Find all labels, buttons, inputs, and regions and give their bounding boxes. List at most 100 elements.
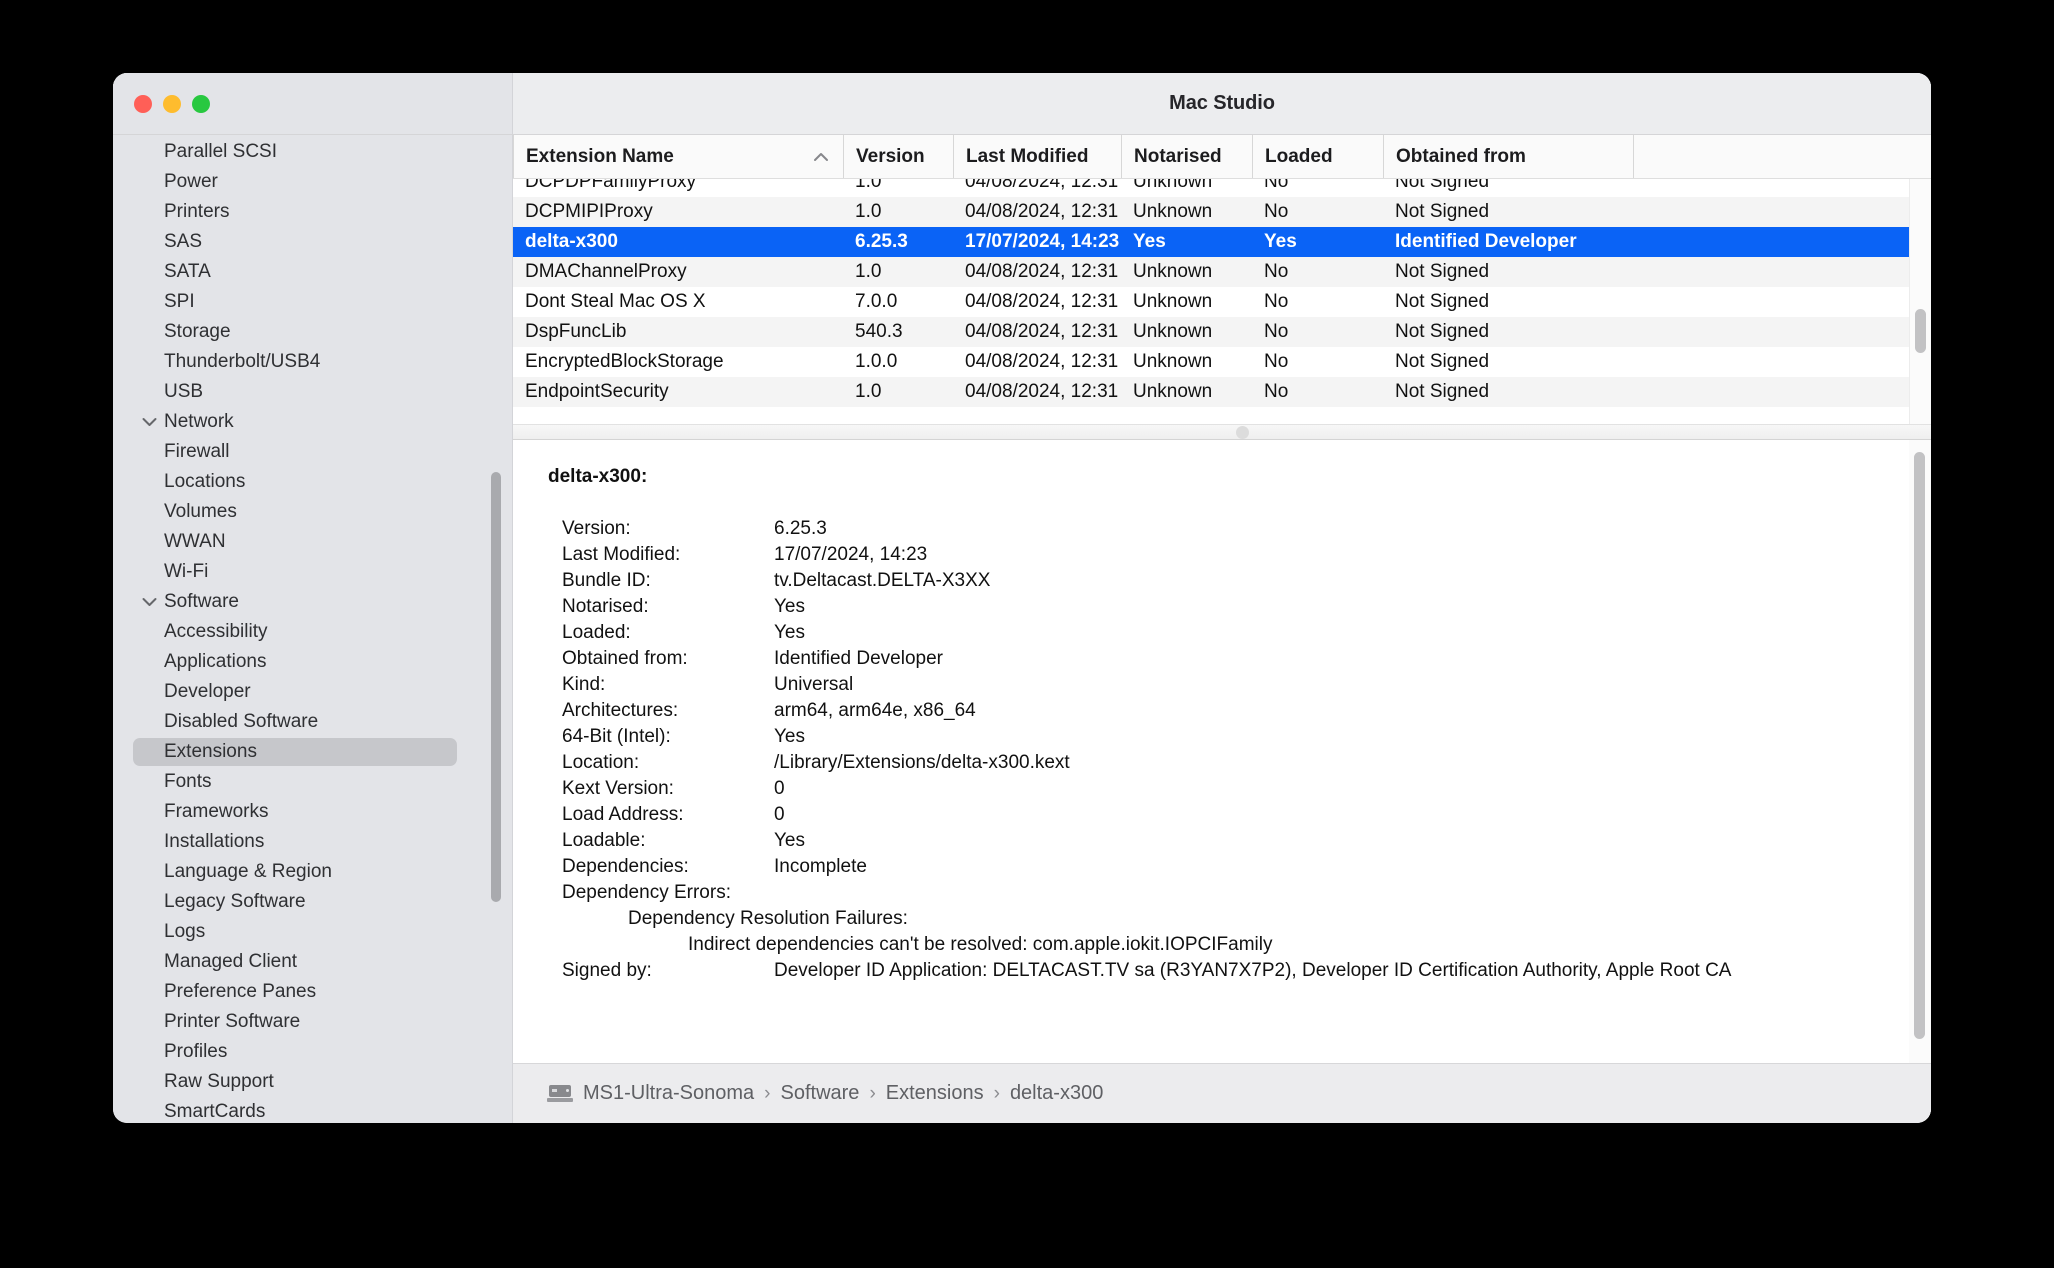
sidebar-item-label: Thunderbolt/USB4 [164,351,321,372]
column-header-last-modified[interactable]: Last Modified [953,135,1121,178]
table-scrollbar-track[interactable] [1909,179,1931,424]
sidebar-item-locations[interactable]: Locations [113,467,512,497]
table-row[interactable]: EncryptedBlockStorage 1.0.0 04/08/2024, 12… [513,347,1909,377]
sidebar-item-disabled-software[interactable]: Disabled Software [113,707,512,737]
sidebar-item-label: Developer [164,681,251,702]
titlebar-main-area: Mac Studio [513,73,1931,134]
sidebar-item-thunderbolt-usb4[interactable]: Thunderbolt/USB4 [113,347,512,377]
sidebar-item-smartcards[interactable]: SmartCards [113,1097,512,1123]
sidebar-item-label: SmartCards [164,1101,266,1122]
cell-name: DMAChannelProxy [525,261,687,282]
table-row[interactable]: Dont Steal Mac OS X 7.0.0 04/08/2024, 12:3… [513,287,1909,317]
detail-field: Location: /Library/Extensions/delta-x300.… [548,750,1909,776]
window-titlebar: Mac Studio [113,73,1931,135]
table-scrollbar-thumb[interactable] [1915,309,1926,353]
detail-field-value: Yes [774,596,805,617]
detail-field: Version: 6.25.3 [548,516,1909,542]
sidebar-item-legacy-software[interactable]: Legacy Software [113,887,512,917]
chevron-down-icon[interactable] [138,417,160,427]
detail-field-signed-by: Signed by: Developer ID Application: DELT… [548,958,1909,984]
detail-field-value: 0 [774,778,785,799]
sidebar-item-fonts[interactable]: Fonts [113,767,512,797]
cell-version: 7.0.0 [855,291,898,312]
sidebar-item-volumes[interactable]: Volumes [113,497,512,527]
sidebar-item-power[interactable]: Power [113,167,512,197]
column-header-obtained-from[interactable]: Obtained from [1383,135,1633,178]
cell-name: DCPMIPIProxy [525,201,653,222]
sidebar-item-applications[interactable]: Applications [113,647,512,677]
close-button[interactable] [134,94,152,113]
breadcrumb-item[interactable]: Extensions [886,1082,984,1105]
sidebar-item-frameworks[interactable]: Frameworks [113,797,512,827]
breadcrumb-item[interactable]: delta-x300 [1010,1082,1103,1105]
sidebar-item-managed-client[interactable]: Managed Client [113,947,512,977]
table-row[interactable]: delta-x300 6.25.3 17/07/2024, 14:23 Yes Yes I… [513,227,1909,257]
sidebar-item-software[interactable]: Software [113,587,512,617]
splitter-handle-dot[interactable] [1235,425,1249,439]
sidebar-item-raw-support[interactable]: Raw Support [113,1067,512,1097]
table-row[interactable]: EndpointSecurity 1.0 04/08/2024, 12:31 Unkn… [513,377,1909,407]
detail-field-key: 64-Bit (Intel): [562,726,671,747]
cell-obtained: Not Signed [1395,179,1490,192]
table-row[interactable]: DspFuncLib 540.3 04/08/2024, 12:31 Unknown N… [513,317,1909,347]
sidebar-item-language-region[interactable]: Language & Region [113,857,512,887]
breadcrumb-item[interactable]: Software [781,1082,860,1105]
cell-modified: 17/07/2024, 14:23 [965,231,1120,252]
chevron-down-icon[interactable] [138,597,160,607]
sidebar-item-sas[interactable]: SAS [113,227,512,257]
sidebar-item-wwan[interactable]: WWAN [113,527,512,557]
detail-field: Load Address: 0 [548,802,1909,828]
detail-field-value: 0 [774,804,785,825]
detail-field: Obtained from: Identified Developer [548,646,1909,672]
sidebar-item-storage[interactable]: Storage [113,317,512,347]
detail-field-key: Kext Version: [562,778,674,799]
table-row[interactable]: DCPMIPIProxy 1.0 04/08/2024, 12:31 Unknown N… [513,197,1909,227]
column-header-extension-name[interactable]: Extension Name [513,135,843,178]
breadcrumb-item[interactable]: MS1-Ultra-Sonoma [583,1082,754,1105]
sidebar-item-label: Power [164,171,218,192]
detail-field: Kext Version: 0 [548,776,1909,802]
zoom-button[interactable] [192,94,210,113]
cell-obtained: Not Signed [1395,381,1490,402]
sidebar-item-network[interactable]: Network [113,407,512,437]
sidebar-item-usb[interactable]: USB [113,377,512,407]
sidebar-item-label: Legacy Software [164,891,306,912]
content-area: Extension Name Version Last Modified Notari… [513,135,1931,1123]
cell-modified: 04/08/2024, 12:31 [965,351,1119,372]
cell-name: EndpointSecurity [525,381,669,402]
sidebar-item-accessibility[interactable]: Accessibility [113,617,512,647]
pane-splitter[interactable] [513,424,1931,440]
detail-scrollbar-thumb[interactable] [1914,452,1925,1039]
sidebar-item-logs[interactable]: Logs [113,917,512,947]
column-header-notarised[interactable]: Notarised [1121,135,1252,178]
sidebar-item-profiles[interactable]: Profiles [113,1037,512,1067]
sidebar-item-printers[interactable]: Printers [113,197,512,227]
detail-field-key: Last Modified: [562,544,681,565]
cell-notarised: Unknown [1133,321,1213,342]
detail-field-value: 17/07/2024, 14:23 [774,544,928,565]
sidebar-item-developer[interactable]: Developer [113,677,512,707]
cell-obtained: Not Signed [1395,291,1490,312]
window-title: Mac Studio [1169,92,1275,114]
sidebar-item-printer-software[interactable]: Printer Software [113,1007,512,1037]
detail-scrollbar-track[interactable] [1909,440,1931,1063]
detail-field-key: Architectures: [562,700,679,721]
sidebar-item-wi-fi[interactable]: Wi-Fi [113,557,512,587]
cell-obtained: Not Signed [1395,261,1490,282]
table-row[interactable]: DMAChannelProxy 1.0 04/08/2024, 12:31 Unkno… [513,257,1909,287]
sidebar-item-parallel-scsi[interactable]: Parallel SCSI [113,137,512,167]
cell-version: 6.25.3 [855,231,908,252]
sidebar-item-installations[interactable]: Installations [113,827,512,857]
minimize-button[interactable] [163,94,181,113]
column-header-loaded[interactable]: Loaded [1252,135,1383,178]
column-header-version[interactable]: Version [843,135,953,178]
sidebar-item-label: Logs [164,921,206,942]
sidebar-item-firewall[interactable]: Firewall [113,437,512,467]
sidebar-item-preference-panes[interactable]: Preference Panes [113,977,512,1007]
table-row[interactable]: DCPDPFamilyProxy 1.0 04/08/2024, 12:31 Unkn… [513,179,1909,197]
sidebar-item-sata[interactable]: SATA [113,257,512,287]
sidebar-scrollbar[interactable] [491,472,501,902]
sidebar-item-spi[interactable]: SPI [113,287,512,317]
sidebar-item-extensions[interactable]: Extensions [113,737,512,767]
detail-field-value: tv.Deltacast.DELTA-X3XX [774,570,991,591]
